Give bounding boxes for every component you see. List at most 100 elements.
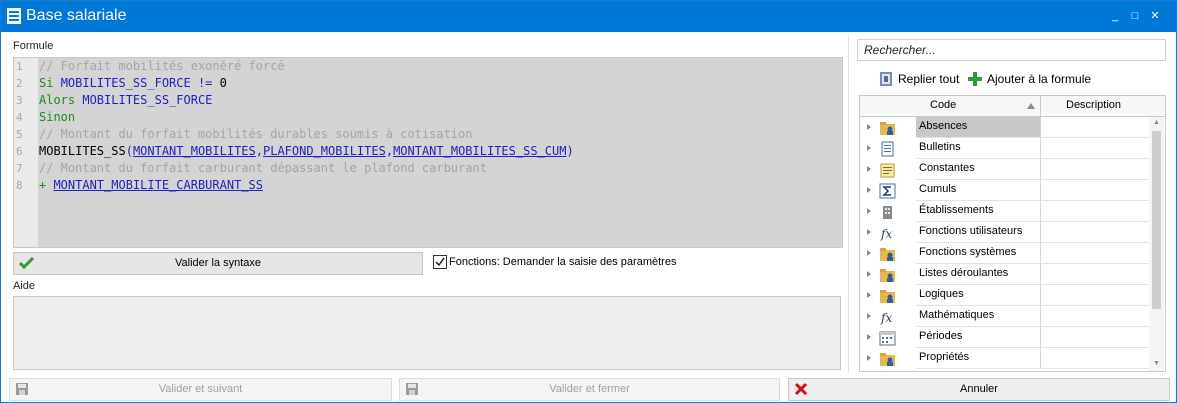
validate-next-button[interactable]: Valider et suivant (9, 378, 392, 401)
vertical-scrollbar[interactable]: ▲ ▼ (1149, 117, 1164, 371)
scroll-thumb[interactable] (1152, 131, 1161, 309)
minimize-button[interactable]: _ (1106, 7, 1124, 25)
list-item[interactable]: Listes déroulantes (860, 264, 1149, 285)
functions-checkbox[interactable] (433, 255, 447, 269)
list-item[interactable]: Constantes (860, 159, 1149, 180)
description-cell[interactable] (1041, 327, 1149, 348)
code-cell[interactable]: Périodes (916, 327, 1041, 348)
description-cell[interactable] (1041, 138, 1149, 159)
code-token: MOBILITES_SS_FORCE (82, 93, 213, 107)
code-cell[interactable]: Cumuls (916, 180, 1041, 201)
code-cell-label: Logiques (919, 288, 964, 300)
dialog-window: Base salariale _ □ ✕ Formule 1 2 3 4 5 6 7 8 //… (0, 0, 1177, 403)
list-item[interactable]: fx Fonctions utilisateurs (860, 222, 1149, 243)
folder-person-icon (880, 248, 895, 261)
aide-panel (13, 296, 841, 370)
code-token[interactable]: MONTANT_MOBILITES (133, 144, 256, 158)
description-cell[interactable] (1041, 348, 1149, 369)
panel-divider (848, 35, 849, 372)
expand-arrow-icon[interactable] (867, 124, 871, 130)
line-number: 7 (16, 162, 23, 175)
search-input[interactable]: Rechercher... (857, 39, 1166, 61)
code-cell-label: Établissements (919, 204, 994, 216)
list-item[interactable]: Logiques (860, 285, 1149, 306)
expand-arrow-icon[interactable] (867, 250, 871, 256)
description-cell[interactable] (1041, 159, 1149, 180)
column-description-header[interactable]: Description (1066, 99, 1121, 111)
elements-grid: Code Description Absences Bulletins Consta… (859, 95, 1166, 372)
code-cell[interactable]: Logiques (916, 285, 1041, 306)
code-token[interactable]: PLAFOND_MOBILITES (263, 144, 386, 158)
code-cell-label: Périodes (919, 330, 963, 342)
description-cell[interactable] (1041, 306, 1149, 327)
description-cell[interactable] (1041, 285, 1149, 306)
validate-close-label: Valider et fermer (549, 383, 630, 395)
collapse-icon (880, 72, 892, 86)
code-token[interactable]: MONTANT_MOBILITE_CARBURANT_SS (53, 178, 263, 192)
code-cell[interactable]: Listes déroulantes (916, 264, 1041, 285)
description-cell[interactable] (1041, 264, 1149, 285)
maximize-button[interactable]: □ (1126, 7, 1144, 25)
code-cell[interactable]: Absences (916, 117, 1041, 138)
list-item[interactable]: Établissements (860, 201, 1149, 222)
expand-arrow-icon[interactable] (867, 208, 871, 214)
code-cell[interactable]: Propriétés (916, 348, 1041, 369)
code-cell[interactable]: Fonctions systèmes (916, 243, 1041, 264)
list-item[interactable]: Périodes (860, 327, 1149, 348)
validate-close-button[interactable]: Valider et fermer (399, 378, 780, 401)
description-cell[interactable] (1041, 222, 1149, 243)
code-token[interactable]: MONTANT_MOBILITES_SS_CUM (393, 144, 566, 158)
cancel-button[interactable]: Annuler (788, 378, 1170, 401)
window-title: Base salariale (26, 7, 127, 24)
description-cell[interactable] (1041, 117, 1149, 138)
title-bar[interactable]: Base salariale _ □ ✕ (1, 1, 1176, 32)
code-cell-label: Listes déroulantes (919, 267, 1009, 279)
code-token: != (190, 76, 220, 90)
list-item[interactable]: fx Mathématiques (860, 306, 1149, 327)
expand-arrow-icon[interactable] (867, 334, 871, 340)
description-cell[interactable] (1041, 243, 1149, 264)
building-icon (883, 206, 892, 219)
code-cell[interactable]: Établissements (916, 201, 1041, 222)
list-item[interactable]: Absences (860, 117, 1149, 138)
folder-person-icon (880, 269, 895, 282)
list-item[interactable]: Cumuls (860, 180, 1149, 201)
close-button[interactable]: ✕ (1146, 7, 1164, 25)
expand-arrow-icon[interactable] (867, 292, 871, 298)
code-cell[interactable]: Constantes (916, 159, 1041, 180)
search-placeholder: Rechercher... (864, 43, 936, 57)
code-cell-label: Mathématiques (919, 309, 995, 321)
svg-text:fx: fx (880, 227, 892, 241)
expand-arrow-icon[interactable] (867, 187, 871, 193)
list-item[interactable]: Fonctions systèmes (860, 243, 1149, 264)
expand-arrow-icon[interactable] (867, 229, 871, 235)
list-item[interactable]: Bulletins (860, 138, 1149, 159)
expand-arrow-icon[interactable] (867, 313, 871, 319)
list-item[interactable]: Propriétés (860, 348, 1149, 369)
collapse-all-button[interactable]: Replier tout (879, 69, 961, 89)
column-code-header[interactable]: Code (930, 99, 956, 111)
code-token: , (255, 144, 263, 158)
sort-asc-icon (1027, 103, 1035, 109)
code-cell[interactable]: Mathématiques (916, 306, 1041, 327)
formula-editor[interactable]: 1 2 3 4 5 6 7 8 // Forfait mobilités exonéré fo… (13, 57, 843, 248)
code-cell[interactable]: Fonctions utilisateurs (916, 222, 1041, 243)
code-token: MOBILITES_SS (39, 144, 126, 158)
aide-label: Aide (13, 280, 36, 292)
line-number: 5 (16, 128, 23, 141)
expand-arrow-icon[interactable] (867, 355, 871, 361)
description-cell[interactable] (1041, 201, 1149, 222)
fx-icon: fx (880, 311, 892, 325)
expand-arrow-icon[interactable] (867, 271, 871, 277)
scroll-up-icon[interactable]: ▲ (1153, 119, 1160, 126)
scroll-down-icon[interactable]: ▼ (1153, 360, 1160, 367)
code-cell[interactable]: Bulletins (916, 138, 1041, 159)
code-token: Sinon (39, 110, 76, 124)
expand-arrow-icon[interactable] (867, 166, 871, 172)
notepad-icon (880, 163, 895, 178)
expand-arrow-icon[interactable] (867, 145, 871, 151)
list-icon (7, 8, 21, 24)
description-cell[interactable] (1041, 180, 1149, 201)
validate-syntax-button[interactable]: Valider la syntaxe (13, 252, 423, 275)
add-to-formula-button[interactable]: Ajouter à la formule (967, 69, 1093, 89)
